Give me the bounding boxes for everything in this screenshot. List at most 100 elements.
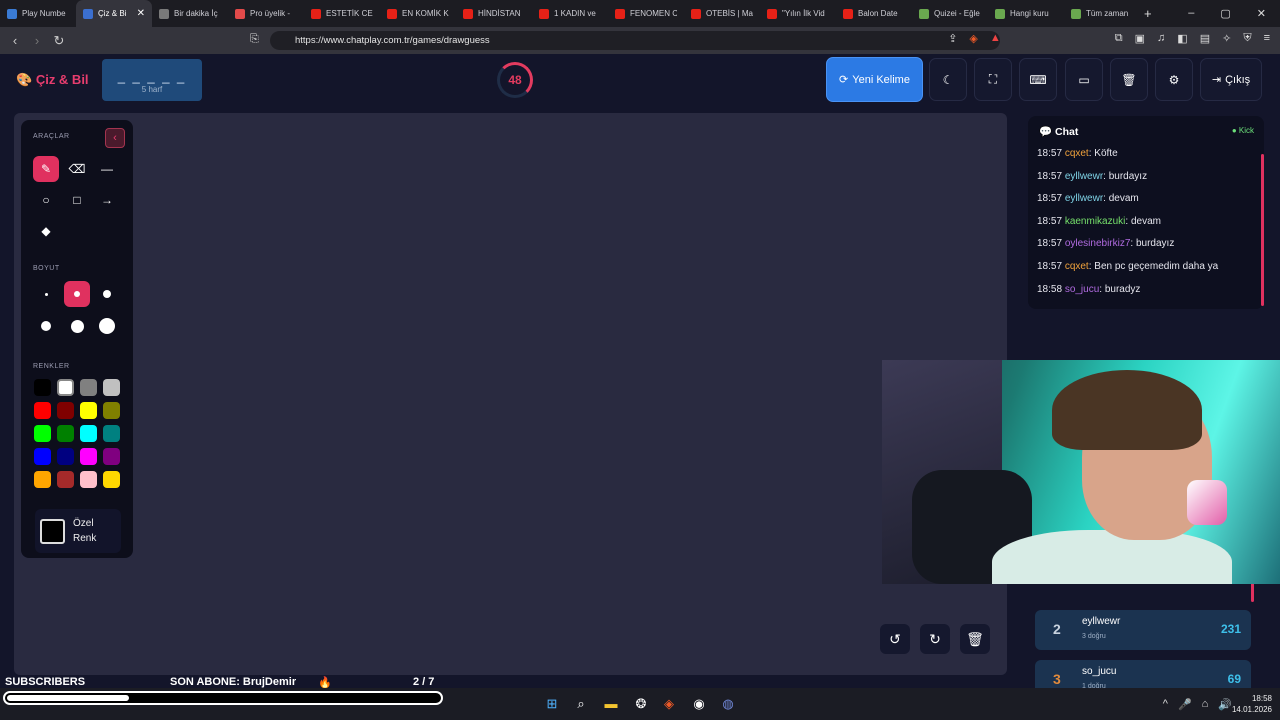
color-swatch[interactable]	[34, 425, 51, 442]
file-explorer-icon[interactable]: ▬	[602, 696, 620, 712]
close-tab-icon[interactable]: ✕	[137, 8, 145, 19]
exit-button[interactable]: ⇥ Çıkış	[1200, 58, 1262, 101]
clear-button[interactable]: 🗑	[1110, 58, 1148, 101]
reload-icon[interactable]: ↻	[48, 33, 70, 49]
color-swatch[interactable]	[103, 379, 120, 396]
browser-tab[interactable]: Balon Date	[836, 0, 912, 27]
browser-tab[interactable]: Tüm zaman	[1064, 0, 1140, 27]
new-word-button[interactable]: ⟳ Yeni Kelime	[826, 57, 923, 102]
browser-tab[interactable]: Bir dakika İç	[152, 0, 228, 27]
browser-tab[interactable]: Hangi kuru	[988, 0, 1064, 27]
chatgpt-icon[interactable]: ❂	[632, 696, 650, 712]
custom-color-button[interactable]: Özel Renk	[35, 509, 121, 553]
chat-username[interactable]: eyllwewr	[1065, 171, 1103, 182]
browser-tab[interactable]: "Yılın İlk Vid	[760, 0, 836, 27]
browser-tab[interactable]: HİNDİSTAN	[456, 0, 532, 27]
color-swatch[interactable]	[34, 471, 51, 488]
pencil-tool[interactable]: ✎	[33, 156, 59, 182]
volume-icon[interactable]: 🔊	[1218, 698, 1232, 711]
color-swatch[interactable]	[57, 448, 74, 465]
color-swatch[interactable]	[103, 448, 120, 465]
wallet-icon[interactable]: ▣	[1135, 32, 1145, 45]
menu-icon[interactable]: ≡	[1264, 32, 1270, 45]
chat-scrollbar[interactable]	[1261, 154, 1264, 306]
browser-tab[interactable]: OTEBİS | Ma	[684, 0, 760, 27]
size-3[interactable]	[94, 281, 120, 307]
browser-tab[interactable]: Çiz & Bi ✕	[76, 0, 152, 27]
color-swatch[interactable]	[80, 425, 97, 442]
minimize-button[interactable]: –	[1188, 7, 1194, 20]
size-2[interactable]	[64, 281, 90, 307]
chat-username[interactable]: kaenmikazuki	[1065, 216, 1126, 227]
color-swatch[interactable]	[57, 402, 74, 419]
new-tab-button[interactable]: +	[1144, 6, 1152, 21]
settings-button[interactable]: ⚙	[1155, 58, 1193, 101]
vpn-icon[interactable]: ⛨	[1243, 32, 1251, 45]
obs-icon[interactable]: ◉	[690, 696, 708, 712]
close-window-button[interactable]: ✕	[1257, 7, 1266, 20]
rewards-icon[interactable]: ▲	[990, 32, 1001, 45]
discord-icon[interactable]: ◍	[719, 696, 737, 712]
color-swatch[interactable]	[103, 402, 120, 419]
size-4[interactable]	[33, 313, 59, 339]
chat-username[interactable]: eyllwewr	[1065, 193, 1103, 204]
wallet2-icon[interactable]: ▤	[1200, 32, 1210, 45]
browser-tab[interactable]: Quizei - Eğle	[912, 0, 988, 27]
chevron-up-icon[interactable]: ^	[1163, 698, 1168, 711]
url-field[interactable]: https://www.chatplay.com.tr/games/drawgu…	[270, 31, 1000, 50]
color-swatch[interactable]	[57, 425, 74, 442]
color-swatch[interactable]	[80, 471, 97, 488]
size-1[interactable]	[33, 281, 59, 307]
dark-mode-button[interactable]: ☾	[929, 58, 967, 101]
color-swatch[interactable]	[34, 379, 51, 396]
color-swatch[interactable]	[57, 471, 74, 488]
app-logo[interactable]: 🎨 Çiz & Bil	[16, 72, 89, 88]
sidebar-icon[interactable]: ◧	[1177, 32, 1187, 45]
drawing-canvas[interactable]	[14, 113, 1007, 675]
search-icon[interactable]: ⌕	[572, 696, 590, 712]
brave-icon[interactable]: ◈	[660, 696, 678, 712]
network-icon[interactable]: ⌂	[1202, 698, 1209, 711]
color-swatch[interactable]	[103, 425, 120, 442]
arrow-tool[interactable]: →	[94, 187, 120, 213]
color-swatch[interactable]	[80, 448, 97, 465]
browser-tab[interactable]: EN KOMİK K	[380, 0, 456, 27]
circle-tool[interactable]: ○	[33, 187, 59, 213]
browser-tab[interactable]: ESTETİK CER	[304, 0, 380, 27]
share-icon[interactable]: ⇪	[948, 32, 957, 45]
archive-button[interactable]: ▭	[1065, 58, 1103, 101]
color-swatch[interactable]	[103, 471, 120, 488]
color-swatch[interactable]	[34, 448, 51, 465]
browser-tab[interactable]: Pro üyelik -	[228, 0, 304, 27]
back-icon[interactable]: ‹	[4, 33, 26, 48]
microphone-icon[interactable]: 🎤	[1178, 698, 1192, 711]
bookmark-icon[interactable]: ⎘	[250, 33, 259, 46]
size-5[interactable]	[64, 313, 90, 339]
eraser-tool[interactable]: ⌫	[64, 156, 90, 182]
windows-icon[interactable]: ⊞	[543, 696, 561, 712]
chat-username[interactable]: cqxet	[1065, 261, 1089, 272]
keyboard-button[interactable]: ⌨	[1019, 58, 1057, 101]
fullscreen-button[interactable]: ⛶	[974, 58, 1012, 101]
chat-username[interactable]: oylesinebirkiz7	[1065, 238, 1131, 249]
chat-username[interactable]: so_jucu	[1065, 284, 1099, 295]
extensions-icon[interactable]: ⧉	[1115, 32, 1123, 45]
brave-shield-icon[interactable]: ◈	[969, 32, 977, 45]
fill-tool[interactable]: ◆	[33, 218, 59, 244]
color-swatch[interactable]	[80, 402, 97, 419]
browser-tab[interactable]: Play Numbe	[0, 0, 76, 27]
media-icon[interactable]: ♫	[1157, 32, 1165, 45]
clear-canvas-button[interactable]: 🗑	[960, 624, 990, 654]
browser-tab[interactable]: FENOMEN C	[608, 0, 684, 27]
undo-button[interactable]: ↺	[880, 624, 910, 654]
chat-username[interactable]: cqxet	[1065, 148, 1089, 159]
maximize-button[interactable]: ▢	[1220, 7, 1230, 20]
redo-button[interactable]: ↻	[920, 624, 950, 654]
line-tool[interactable]: —	[94, 156, 120, 182]
color-swatch[interactable]	[34, 402, 51, 419]
system-clock[interactable]: 18:58 14.01.2026	[1232, 693, 1272, 715]
leo-icon[interactable]: ✧	[1222, 32, 1231, 45]
size-6[interactable]	[94, 313, 120, 339]
color-swatch[interactable]	[57, 379, 74, 396]
collapse-panel-button[interactable]: ‹	[105, 128, 125, 148]
